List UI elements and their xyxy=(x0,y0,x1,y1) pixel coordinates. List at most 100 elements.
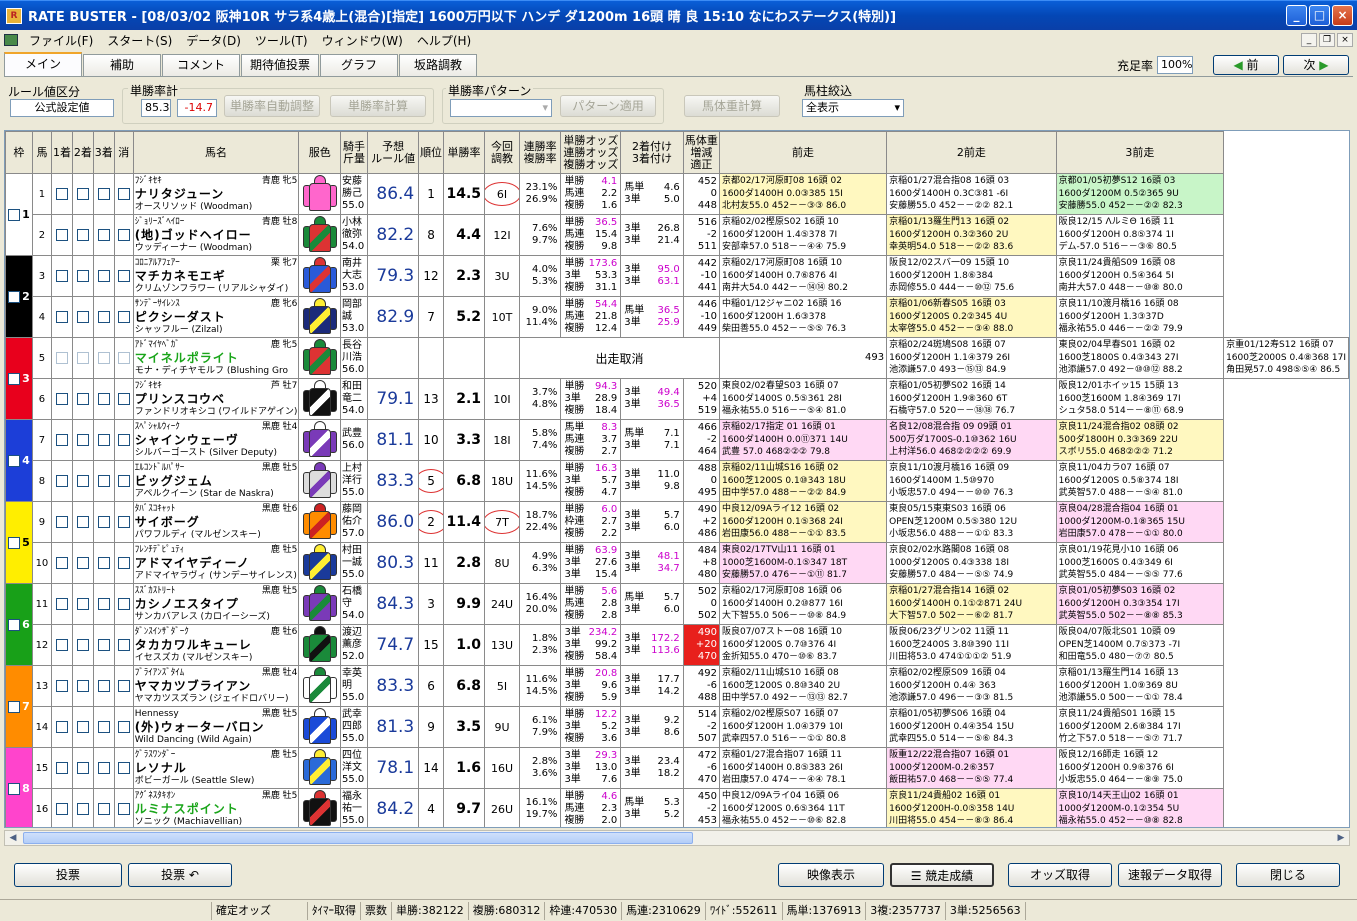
close-window-button[interactable]: × xyxy=(1332,5,1353,26)
horse-row[interactable]: 1 1 ﾌｼﾞｷｾｷ 青鹿 牝5 ナリタジューン オースリソッド (Woodman) 安藤 … xyxy=(5,173,1349,256)
win-rate[interactable]: 6.8 xyxy=(442,665,486,707)
pick-cell[interactable] xyxy=(71,747,94,789)
pick-cell[interactable] xyxy=(71,665,94,707)
pick-checkbox[interactable] xyxy=(76,680,89,692)
pick-checkbox[interactable] xyxy=(117,188,130,200)
rule-value-field[interactable]: 公式設定値 xyxy=(10,99,114,117)
horse-name[interactable]: (地)ゴッドヘイロー xyxy=(135,228,298,242)
pick-cell[interactable] xyxy=(71,214,94,256)
horse-name[interactable]: ルミナスポイント xyxy=(135,802,298,816)
column-header[interactable]: 連勝率 複勝率 xyxy=(518,131,562,174)
previous-race-cell[interactable]: 名良12/08混合指 09 09頭 01 500万ダ1700S-0.1⑩362 1… xyxy=(886,419,1057,461)
column-header[interactable]: 消 xyxy=(113,131,134,174)
pick-cell[interactable] xyxy=(92,214,115,256)
pick-cell[interactable] xyxy=(71,460,94,502)
pick-cell[interactable] xyxy=(92,665,115,707)
pick-checkbox[interactable] xyxy=(97,639,110,651)
pick-checkbox[interactable] xyxy=(76,639,89,651)
pick-checkbox[interactable] xyxy=(117,721,130,733)
waku-checkbox[interactable] xyxy=(8,701,21,713)
pick-cell[interactable] xyxy=(51,747,73,789)
pick-cell[interactable] xyxy=(113,542,134,584)
previous-race-cell[interactable]: 阪重12/22混合指07 16頭 01 1000ダ1200M-0.2⑥357 飯田祐… xyxy=(886,747,1057,789)
close-button[interactable]: 閉じる xyxy=(1236,863,1340,887)
previous-race-cell[interactable]: 京稲02/24斑鳩S08 16頭 07 1600ダ1200H 1.1④379 26… xyxy=(886,337,1057,379)
horse-row[interactable]: 7 13 ﾌﾞﾗｲｱﾝｽﾞﾀｲﾑ 黒鹿 牡4 ヤマカツブライアン ヤマカツスズラン (ジェ… xyxy=(5,665,1349,748)
pick-checkbox[interactable] xyxy=(97,803,110,815)
scroll-left-icon[interactable]: ◀ xyxy=(5,831,21,845)
pick-checkbox[interactable] xyxy=(117,475,130,487)
previous-race-cell[interactable]: 京稲01/13羅生門13 16頭 02 1600ダ1200H 0.3②360 2U… xyxy=(886,214,1057,256)
tab-ev-vote[interactable]: 期待値投票 xyxy=(241,54,319,76)
previous-race-cell[interactable]: 京稲02/17指定 01 16頭 01 1600ダ1400H 0.0⑪371 14… xyxy=(718,419,888,461)
maximize-button[interactable]: □ xyxy=(1309,5,1330,26)
pick-cell[interactable] xyxy=(51,665,73,707)
win-rate[interactable]: 1.6 xyxy=(442,747,486,789)
horse-name[interactable]: ビッグジェム xyxy=(135,474,298,488)
column-header[interactable]: 今回 調教 xyxy=(484,131,520,174)
previous-race-cell[interactable]: 京稲02/02樫原S07 16頭 07 1600ダ1200H 1.0④379 10… xyxy=(718,706,888,748)
horse-name[interactable]: ナリタジューン xyxy=(135,187,298,201)
horse-name[interactable]: カシノエスタイプ xyxy=(135,597,298,611)
waku-checkbox[interactable] xyxy=(8,537,21,549)
pick-checkbox[interactable] xyxy=(76,721,89,733)
win-rate[interactable]: 5.2 xyxy=(442,296,486,338)
horse-name-cell[interactable]: ｻﾝﾃﾞｰｻｲﾚﾝｽ 鹿 牝6 ピクシーダスト シャッフルー (Zilzal) xyxy=(132,296,300,338)
pick-checkbox[interactable] xyxy=(76,557,89,569)
column-header[interactable]: 単勝オッズ 連勝オッズ 複勝オッズ xyxy=(560,131,622,174)
horse-name-cell[interactable]: ｽﾍﾟｼｬﾙｳｨｰｸ 黒鹿 牡4 シャインウェーヴ シルバーゴースト (Silver … xyxy=(132,419,300,461)
previous-race-cell[interactable]: 京良10/14天王山02 16頭 01 1000ダ1200M-0.1②354 5U… xyxy=(1055,788,1225,827)
horse-row[interactable]: 3 5 ｱﾄﾞﾏｲﾔﾍﾞｶﾞ 鹿 牝5 マイネルポライト モナ・ディチヤモルフ (Blus… xyxy=(5,337,1349,420)
scroll-right-icon[interactable]: ▶ xyxy=(1333,831,1349,845)
pick-checkbox[interactable] xyxy=(97,229,110,241)
pick-checkbox[interactable] xyxy=(117,434,130,446)
weight-calc-button[interactable]: 馬体重計算 xyxy=(684,95,780,117)
tab-comment[interactable]: コメント xyxy=(162,54,240,76)
pick-checkbox[interactable] xyxy=(76,188,89,200)
pick-checkbox[interactable] xyxy=(97,188,110,200)
horse-name[interactable]: アドマイヤディーノ xyxy=(135,556,298,570)
pick-cell[interactable] xyxy=(113,501,134,543)
pick-checkbox[interactable] xyxy=(55,639,68,651)
pick-cell[interactable] xyxy=(113,255,134,297)
horse-row[interactable]: 6 11 ｽｽﾞｶｽﾄﾘｰﾄ 黒鹿 牡5 カシノエスタイプ サンカバアレス (カロイーシー… xyxy=(5,583,1349,666)
pick-checkbox[interactable] xyxy=(55,434,68,446)
tab-main[interactable]: メイン xyxy=(4,52,82,76)
previous-race-cell[interactable]: 京稲01/06新春S05 16頭 03 1600ダ1200S 0.2②345 4U… xyxy=(886,296,1057,338)
column-header[interactable]: 騎手 斤量 xyxy=(339,131,369,174)
horse-name-cell[interactable]: ﾀﾊﾞｽｺｷｬｯﾄ 黒鹿 牡6 サイボーグ パワフルディ (マルゼンスキー) xyxy=(132,501,300,543)
pick-checkbox[interactable] xyxy=(117,311,130,323)
horse-name-cell[interactable]: ｸﾞﾗｽﾜﾝﾀﾞｰ 鹿 牡5 レソナル ボビーガール (Seattle Slew) xyxy=(132,747,300,789)
pick-cell[interactable] xyxy=(51,173,73,215)
pick-checkbox[interactable] xyxy=(55,680,68,692)
win-rate[interactable]: 4.4 xyxy=(442,214,486,256)
pick-checkbox[interactable] xyxy=(117,680,130,692)
previous-race-cell[interactable]: 京良02/02水路閣08 16頭 08 1000ダ1200S 0.4③338 18… xyxy=(886,542,1057,584)
previous-race-cell[interactable]: 京都01/05初夢S12 16頭 03 1600ダ1200M 0.5②365 9U… xyxy=(1055,173,1225,215)
pick-checkbox[interactable] xyxy=(97,352,110,364)
pick-cell[interactable] xyxy=(71,624,94,666)
pick-checkbox[interactable] xyxy=(97,434,110,446)
pick-checkbox[interactable] xyxy=(76,516,89,528)
menu-start[interactable]: スタート(S) xyxy=(100,32,179,49)
pick-cell[interactable] xyxy=(113,378,134,420)
pick-cell[interactable] xyxy=(71,378,94,420)
pick-checkbox[interactable] xyxy=(117,516,130,528)
pick-cell[interactable] xyxy=(71,173,94,215)
previous-race-cell[interactable]: 京稲02/17河原町08 16頭 06 1600ダ1400H 0.2⑩877 16… xyxy=(718,583,888,625)
pick-cell[interactable] xyxy=(71,337,94,379)
pick-cell[interactable] xyxy=(113,665,134,707)
scroll-thumb[interactable] xyxy=(23,832,693,844)
previous-race-cell[interactable]: 京良11/24混合指02 08頭 02 500ダ1800H 0.3③369 22U… xyxy=(1055,419,1225,461)
horse-name[interactable]: タカカワルキューレ xyxy=(135,638,298,652)
pick-cell[interactable] xyxy=(92,624,115,666)
pick-checkbox[interactable] xyxy=(117,803,130,815)
horse-name[interactable]: (外)ウォーターバロン xyxy=(135,720,298,734)
horse-name[interactable]: マイネルポライト xyxy=(135,351,298,365)
previous-race-cell[interactable]: 京良11/24貴船S09 16頭 08 1600ダ1200H 0.5④364 5I… xyxy=(1055,255,1225,297)
horse-row[interactable]: 6 ﾌｼﾞｷｾｷ 芦 牡7 プリンスコウベ ファンドリオキシコ (ワイルドアゲイン) 和田… xyxy=(6,378,1349,420)
previous-race-cell[interactable]: 京良04/28混合指04 16頭 01 1000ダ1200M-0.1⑧365 15… xyxy=(1055,501,1225,543)
horse-row[interactable]: 5 9 ﾀﾊﾞｽｺｷｬｯﾄ 黒鹿 牡6 サイボーグ パワフルディ (マルゼンスキー) 藤岡 … xyxy=(5,501,1349,584)
column-header[interactable]: 2着 xyxy=(71,131,94,174)
pick-checkbox[interactable] xyxy=(97,598,110,610)
